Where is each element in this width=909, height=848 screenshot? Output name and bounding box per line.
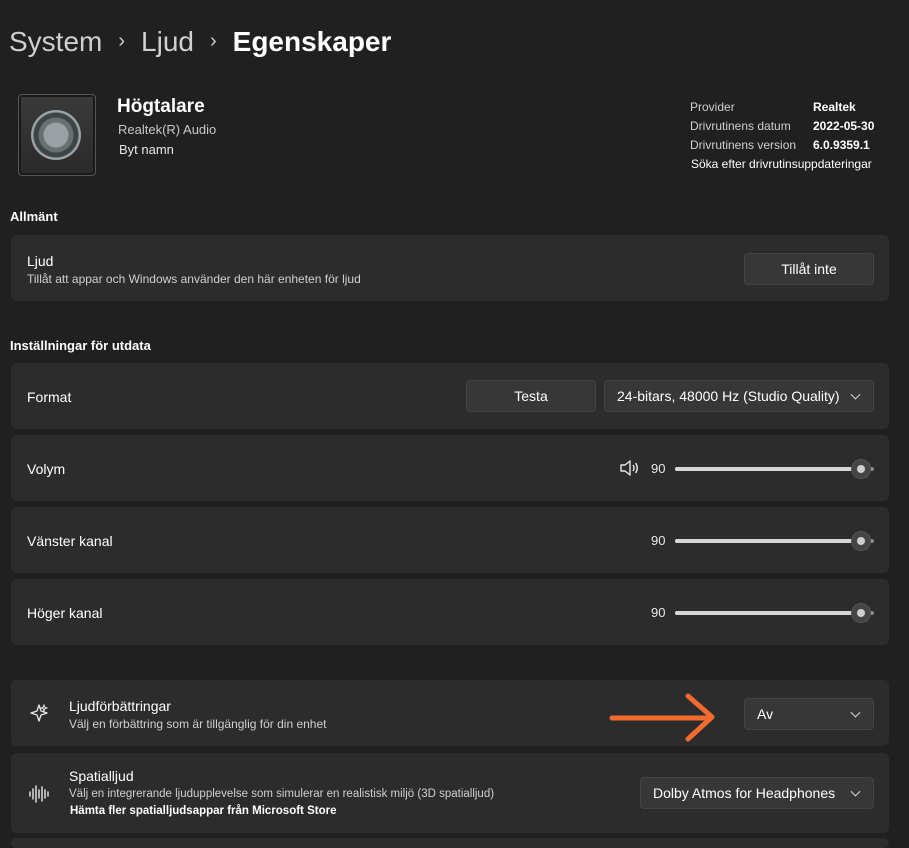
annotation-arrow-icon [609,693,715,742]
volume-value: 90 [651,461,666,476]
chevron-down-icon [850,786,861,797]
left-channel-slider-fill [675,539,854,543]
left-channel-slider[interactable] [675,531,874,551]
disallow-button[interactable]: Tillåt inte [744,253,874,285]
driver-version-label: Drivrutinens version [690,138,797,152]
right-channel-slider[interactable] [675,603,874,623]
right-channel-slider-fill [675,611,854,615]
rename-link[interactable]: Byt namn [119,142,174,157]
breadcrumb-system[interactable]: System [9,26,102,58]
speaker-volume-icon[interactable] [619,458,641,478]
device-name: Högtalare [117,96,205,117]
volume-card: Volym 90 [11,435,889,501]
left-channel-value: 90 [651,533,666,548]
provider-label: Provider [690,100,735,114]
left-channel-label: Vänster kanal [27,533,113,549]
breadcrumb: System › Ljud › Egenskaper [9,22,391,62]
driver-date-label: Drivrutinens datum [690,119,791,133]
enhancements-select-value: Av [757,706,774,722]
chevron-down-icon [850,389,861,400]
spatial-audio-card: Spatialljud Välj en integrerande ljudupp… [11,753,889,833]
audio-permission-title: Ljud [27,253,54,269]
format-label: Format [27,389,72,405]
spatial-audio-desc: Välj en integrerande ljudupplevelse som … [69,788,495,800]
format-card: Format Testa 24-bitars, 48000 Hz (Studio… [11,363,889,429]
spatial-audio-title: Spatialljud [69,768,134,784]
volume-slider[interactable] [675,459,874,479]
breadcrumb-ljud[interactable]: Ljud [141,26,194,58]
format-select-value: 24-bitars, 48000 Hz (Studio Quality) [617,388,840,404]
section-output-title: Inställningar för utdata [10,338,151,353]
test-button[interactable]: Testa [466,380,596,412]
right-channel-value: 90 [651,605,666,620]
driver-update-link[interactable]: Söka efter drivrutinsuppdateringar [691,157,872,171]
sparkle-icon [30,703,49,722]
audio-permission-desc: Tillåt att appar och Windows använder de… [27,272,361,286]
left-channel-card: Vänster kanal 90 [11,507,889,573]
provider-value: Realtek [813,100,856,114]
right-channel-label: Höger kanal [27,605,103,621]
chevron-down-icon [850,707,861,718]
page-title: Egenskaper [232,26,392,57]
enhancements-select[interactable]: Av [744,698,874,730]
right-channel-card: Höger kanal 90 [11,579,889,645]
right-channel-slider-thumb[interactable] [851,603,871,623]
speaker-icon [18,94,96,176]
next-card-partial [11,838,889,848]
soundwave-icon [29,785,49,803]
format-select[interactable]: 24-bitars, 48000 Hz (Studio Quality) [604,380,874,412]
audio-permission-card: Ljud Tillåt att appar och Windows använd… [11,235,889,301]
chevron-right-icon: › [209,29,217,52]
chevron-right-icon: › [118,29,126,52]
volume-label: Volym [27,461,66,477]
spatial-audio-select-value: Dolby Atmos for Headphones [653,785,836,801]
enhancements-card: Ljudförbättringar Välj en förbättring so… [11,680,889,746]
spatial-audio-select[interactable]: Dolby Atmos for Headphones [640,777,874,809]
volume-slider-fill [675,467,854,471]
driver-date-value: 2022-05-30 [813,119,875,133]
enhancements-title: Ljudförbättringar [69,698,171,714]
driver-version-value: 6.0.9359.1 [813,138,870,152]
left-channel-slider-thumb[interactable] [851,531,871,551]
enhancements-desc: Välj en förbättring som är tillgänglig f… [69,717,327,731]
spatial-store-link[interactable]: Hämta fler spatialljudsappar från Micros… [70,805,336,817]
volume-slider-thumb[interactable] [851,459,871,479]
device-driver-name: Realtek(R) Audio [118,122,217,137]
section-general-title: Allmänt [10,209,58,224]
